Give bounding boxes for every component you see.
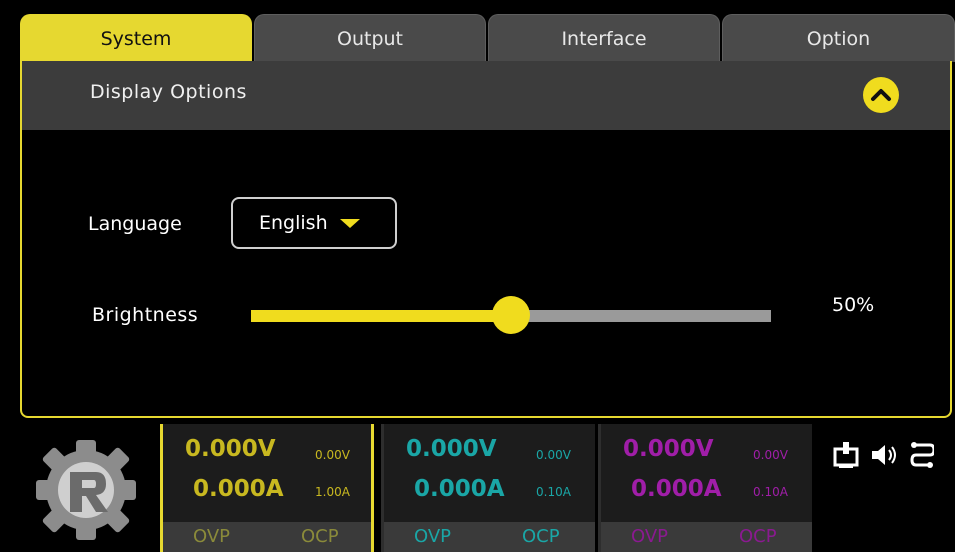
- section-title: Display Options: [90, 81, 247, 103]
- ch1-protection-row: OVP OCP: [163, 522, 371, 552]
- ch2-set-current: 0.10A: [536, 485, 571, 499]
- ch3-protection-row: OVP OCP: [601, 522, 812, 552]
- ch1-set-voltage: 0.00V: [315, 448, 350, 462]
- tab-system[interactable]: System: [20, 14, 252, 62]
- ch3-set-current: 0.10A: [753, 485, 788, 499]
- collapse-button[interactable]: [863, 77, 899, 113]
- channel-1-panel[interactable]: 0.000V 0.000A 0.00V 1.00A OVP OCP: [160, 424, 374, 552]
- tab-interface[interactable]: Interface: [488, 14, 720, 62]
- ch2-protection-row: OVP OCP: [384, 522, 595, 552]
- ch3-set-voltage: 0.00V: [753, 448, 788, 462]
- ch3-voltage: 0.000V: [623, 436, 714, 462]
- channel-2-panel[interactable]: 0.000V 0.000A 0.00V 0.10A OVP OCP: [381, 424, 595, 552]
- ch2-current: 0.000A: [414, 476, 505, 502]
- section-header[interactable]: Display Options: [22, 61, 950, 130]
- caret-down-icon: [339, 219, 360, 228]
- brightness-slider-fill: [251, 310, 511, 322]
- brightness-value: 50%: [832, 294, 875, 316]
- tab-output[interactable]: Output: [254, 14, 486, 62]
- channel-3-panel[interactable]: 0.000V 0.000A 0.00V 0.10A OVP OCP: [598, 424, 812, 552]
- ch1-ovp: OVP: [193, 526, 231, 547]
- brightness-label: Brightness: [92, 304, 199, 326]
- language-label: Language: [88, 213, 182, 235]
- ch1-ocp: OCP: [301, 526, 339, 547]
- ch2-set-voltage: 0.00V: [536, 448, 571, 462]
- language-value: English: [259, 212, 328, 234]
- display-options-panel: Display Options Language English Brightn…: [20, 61, 952, 418]
- ch1-voltage: 0.000V: [185, 436, 276, 462]
- connection-icon[interactable]: [910, 440, 934, 470]
- speaker-icon[interactable]: [870, 442, 900, 468]
- status-icons: [832, 440, 934, 470]
- ch1-set-current: 1.00A: [315, 485, 350, 499]
- gear-logo-icon[interactable]: [30, 430, 142, 546]
- ch3-ocp: OCP: [739, 526, 777, 547]
- language-dropdown[interactable]: English: [231, 197, 397, 249]
- tab-bar: System Output Interface Option: [20, 14, 955, 62]
- tab-option[interactable]: Option: [722, 14, 955, 62]
- ch3-ovp: OVP: [631, 526, 669, 547]
- ch3-current: 0.000A: [631, 476, 722, 502]
- brightness-slider[interactable]: [251, 296, 771, 334]
- chevron-up-icon: [871, 89, 891, 101]
- ch1-current: 0.000A: [193, 476, 284, 502]
- ch2-ocp: OCP: [522, 526, 560, 547]
- status-bar: 0.000V 0.000A 0.00V 1.00A OVP OCP 0.000V…: [0, 424, 955, 552]
- brightness-slider-thumb[interactable]: [492, 296, 530, 334]
- remote-device-icon[interactable]: [832, 440, 860, 470]
- ch2-voltage: 0.000V: [406, 436, 497, 462]
- ch2-ovp: OVP: [414, 526, 452, 547]
